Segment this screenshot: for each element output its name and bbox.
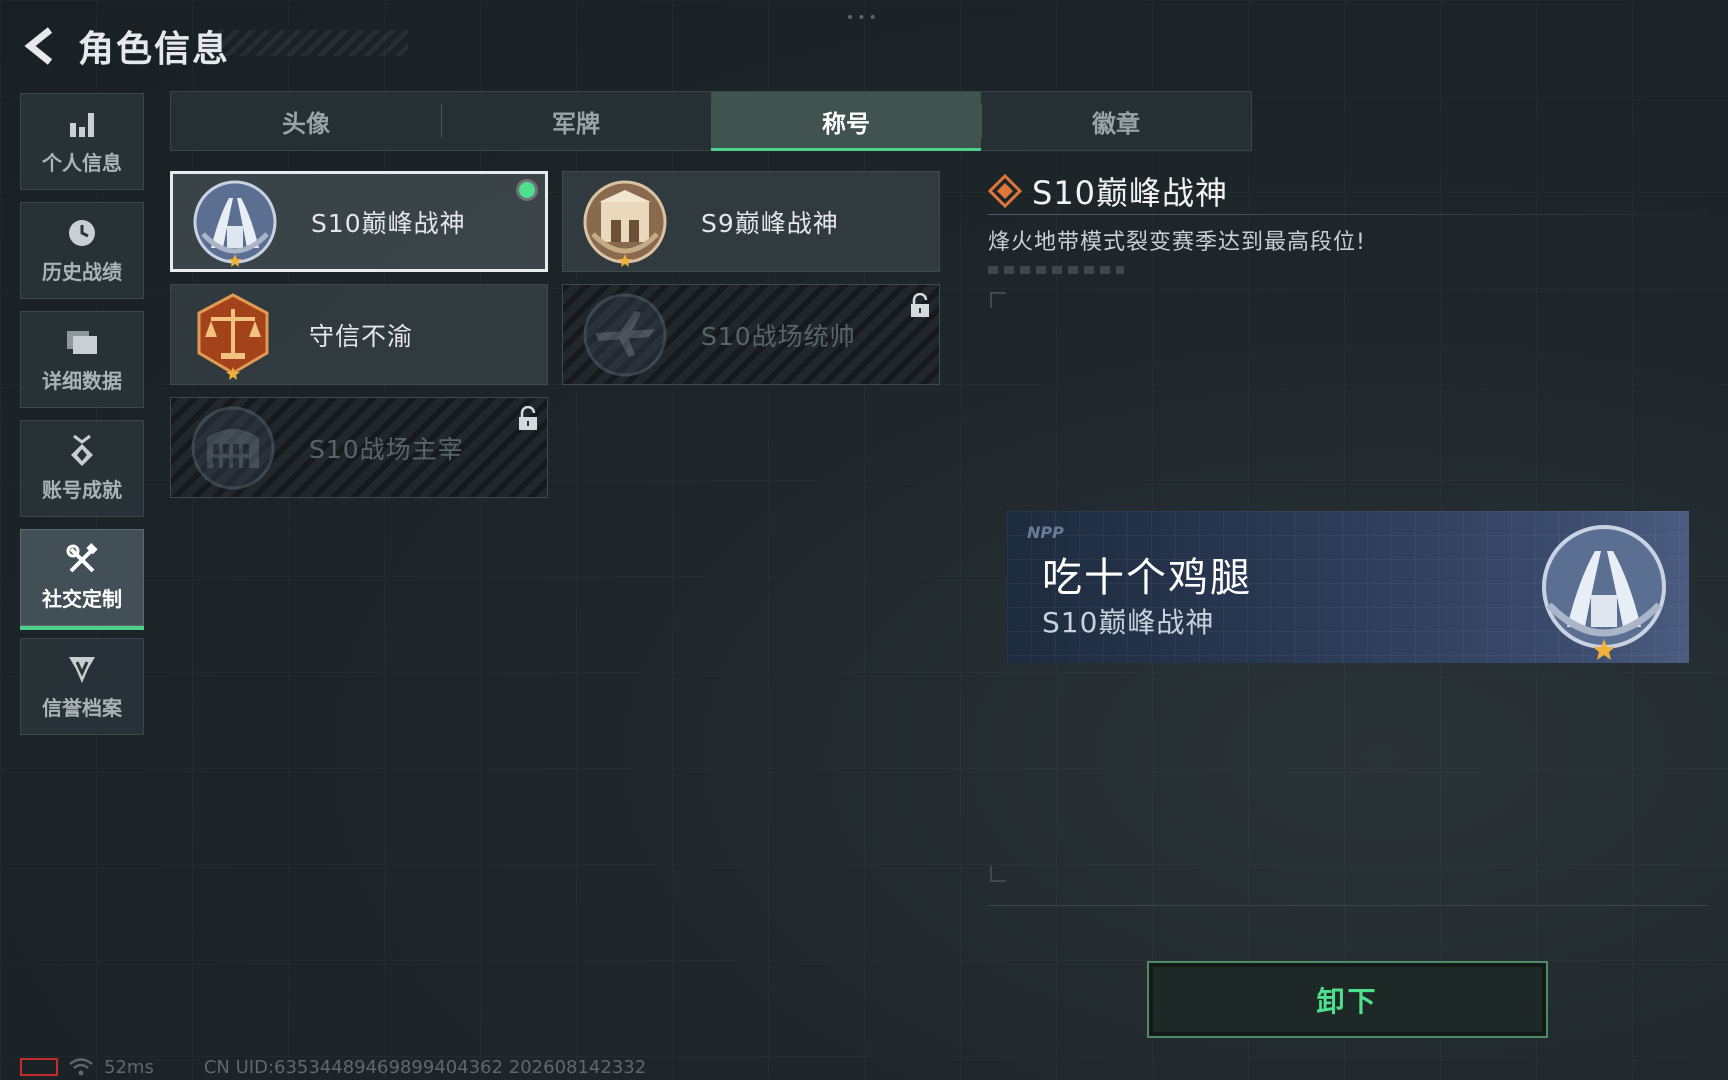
tab-dog-tag[interactable]: 军牌 <box>441 92 711 150</box>
battery-icon <box>20 1058 58 1076</box>
sidebar-item-label: 历史战绩 <box>42 260 122 284</box>
aircraft-emblem-icon <box>583 293 667 376</box>
detail-decoration <box>988 266 1124 274</box>
detail-title: S10巅峰战神 <box>1032 174 1229 212</box>
sidebar-item-history[interactable]: 历史战绩 <box>20 202 144 299</box>
unequip-button-label: 卸下 <box>1316 984 1379 1018</box>
back-button[interactable] <box>18 21 64 71</box>
peak-tower-emblem-icon <box>193 180 277 267</box>
shield-icon <box>65 652 99 686</box>
title-decoration <box>218 30 408 56</box>
drag-handle: ••• <box>846 10 880 26</box>
folder-icon <box>65 325 99 359</box>
title-card-name: S9巅峰战神 <box>701 208 839 238</box>
detail-divider <box>988 214 1708 215</box>
title-card[interactable]: 守信不渝 <box>170 284 548 385</box>
corner-bracket <box>990 292 1006 308</box>
title-card[interactable]: S10战场统帅 <box>562 284 940 385</box>
scales-of-justice-emblem-icon <box>197 292 269 380</box>
title-card[interactable]: S9巅峰战神 <box>562 171 940 272</box>
sidebar-item-label: 信誉档案 <box>42 696 122 720</box>
title-card-name: S10巅峰战神 <box>311 208 466 238</box>
bottom-divider <box>988 905 1708 906</box>
title-card[interactable]: S10战场主宰 <box>170 397 548 498</box>
sidebar: 个人信息 历史战绩 详细数据 账号成就 社交定制 信誉档案 <box>20 93 144 747</box>
tools-icon <box>65 543 99 577</box>
nameplate-preview: NPP 吃十个鸡腿 S10巅峰战神 <box>1007 511 1689 663</box>
clock-icon <box>65 216 99 250</box>
preview-title: S10巅峰战神 <box>1042 606 1215 639</box>
title-detail-panel: S10巅峰战神 烽火地带模式裂变赛季达到最高段位! <box>988 170 1708 274</box>
tab-avatar[interactable]: 头像 <box>171 92 441 150</box>
preview-logo: NPP <box>1027 523 1064 542</box>
peak-tower-emblem-icon <box>1542 525 1666 660</box>
sidebar-item-achievements[interactable]: 账号成就 <box>20 420 144 517</box>
colosseum-emblem-icon <box>191 406 275 489</box>
detail-header: S10巅峰战神 <box>988 170 1708 212</box>
lock-icon <box>519 406 537 430</box>
category-tabs: 头像 军牌 称号 徽章 <box>170 91 1252 151</box>
lock-icon <box>911 293 929 317</box>
title-card-name: 守信不渝 <box>309 321 414 351</box>
sidebar-item-detailed-data[interactable]: 详细数据 <box>20 311 144 408</box>
tab-badge[interactable]: 徽章 <box>981 92 1251 150</box>
sidebar-item-label: 账号成就 <box>42 478 122 502</box>
ping-value: 52ms <box>104 1056 154 1078</box>
title-card[interactable]: S10巅峰战神 <box>170 171 548 272</box>
unequip-button[interactable]: 卸下 <box>1147 961 1548 1038</box>
sidebar-item-label: 个人信息 <box>42 151 122 175</box>
medal-icon <box>65 434 99 468</box>
page-title: 角色信息 <box>78 29 231 70</box>
tab-title[interactable]: 称号 <box>711 92 981 151</box>
sidebar-item-personal-info[interactable]: 个人信息 <box>20 93 144 190</box>
preview-player-name: 吃十个鸡腿 <box>1042 555 1252 601</box>
equipped-indicator <box>519 182 535 198</box>
corner-bracket <box>990 866 1006 882</box>
bar-chart-icon <box>65 107 99 141</box>
title-card-name: S10战场主宰 <box>309 434 464 464</box>
peak-gate-emblem-icon <box>583 180 667 267</box>
status-bar: 52ms CN UID:63534489469899404362 2026081… <box>20 1056 646 1078</box>
back-arrow-icon <box>24 27 53 65</box>
uid-text: CN UID:63534489469899404362 202608142332 <box>203 1056 647 1078</box>
detail-description: 烽火地带模式裂变赛季达到最高段位! <box>988 230 1366 255</box>
sidebar-item-label: 社交定制 <box>42 587 122 611</box>
page-header: 角色信息 <box>18 18 230 74</box>
sidebar-item-credit-record[interactable]: 信誉档案 <box>20 638 144 735</box>
diamond-rank-icon <box>988 174 1022 208</box>
sidebar-item-label: 详细数据 <box>42 369 122 393</box>
wifi-icon <box>69 1058 93 1076</box>
sidebar-item-social-customization[interactable]: 社交定制 <box>20 529 144 630</box>
title-card-name: S10战场统帅 <box>701 321 856 351</box>
